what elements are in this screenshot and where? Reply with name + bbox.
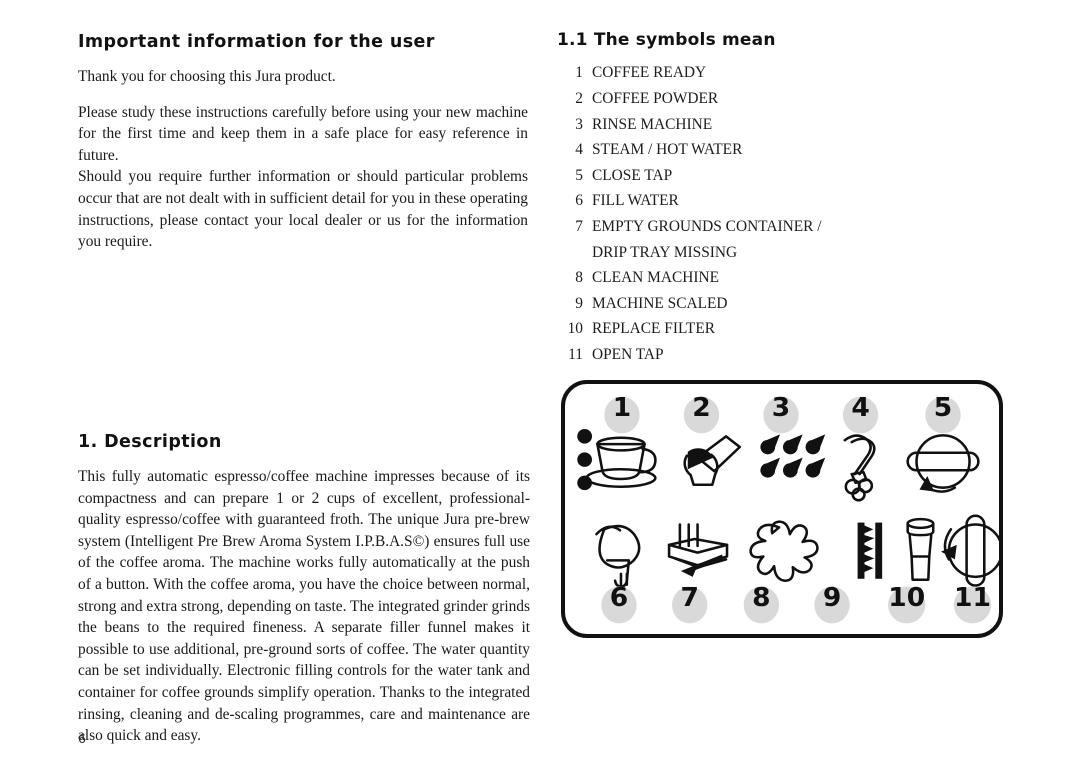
steam-wand-icon — [843, 434, 876, 502]
badge-10-number: 10 — [888, 583, 925, 613]
legend-label: COFFEE POWDER — [592, 89, 719, 107]
legend-label: CLOSE TAP — [592, 166, 673, 184]
badge-9: 9 — [814, 583, 850, 624]
document-page: Important information for the user Thank… — [0, 0, 1080, 760]
badge-5: 5 — [925, 393, 961, 434]
water-jug-icon — [595, 524, 641, 588]
legend-number: 5 — [575, 166, 583, 184]
legend-label: MACHINE SCALED — [592, 294, 728, 312]
description-paragraph: This fully automatic espresso/coffee mac… — [78, 468, 530, 745]
list-item: 2 COFFEE POWDER — [557, 86, 1007, 112]
badge-11-number: 11 — [954, 583, 991, 613]
clean-swirl-icon — [749, 520, 819, 582]
water-droplets-icon — [760, 434, 826, 478]
legend-number: 8 — [575, 269, 583, 287]
badge-10: 10 — [888, 583, 926, 624]
badge-5-number: 5 — [934, 393, 952, 423]
legend-label: COFFEE READY — [592, 64, 707, 82]
list-item: 1 COFFEE READY — [557, 60, 1007, 86]
list-item: 5 CLOSE TAP — [557, 163, 1007, 189]
legend-label-line2: DRIP TRAY MISSING — [592, 243, 738, 261]
badge-8-number: 8 — [752, 583, 770, 613]
list-item: 11 OPEN TAP — [557, 342, 1007, 368]
legend-number: 6 — [575, 192, 583, 210]
legend-label: STEAM / HOT WATER — [592, 141, 743, 159]
badge-4-number: 4 — [851, 393, 869, 423]
legend-number: 7 — [575, 217, 583, 235]
list-item: 10 REPLACE FILTER — [557, 316, 1007, 342]
legend-number: 1 — [575, 64, 583, 82]
coffee-cup-icon — [585, 436, 657, 488]
badge-6-number: 6 — [610, 583, 628, 613]
legend-number: 4 — [575, 141, 583, 159]
limescale-bars-icon — [857, 522, 883, 579]
legend-number: 2 — [575, 89, 583, 107]
legend-label: CLEAN MACHINE — [592, 269, 719, 287]
legend-number: 3 — [575, 115, 583, 133]
page-number: 6 — [78, 731, 86, 746]
left-column: Important information for the user Thank… — [78, 32, 528, 253]
legend-number: 9 — [575, 294, 583, 312]
open-tap-knob-icon — [941, 514, 999, 587]
badge-2: 2 — [683, 393, 720, 434]
legend-number: 11 — [568, 345, 583, 363]
legend-number: 10 — [567, 320, 583, 338]
list-item: 3 RINSE MACHINE — [557, 112, 1007, 138]
badge-8: 8 — [743, 583, 780, 624]
badge-3: 3 — [763, 393, 799, 434]
legend-label: RINSE MACHINE — [592, 115, 713, 133]
badge-3-number: 3 — [772, 393, 790, 423]
badge-9-number: 9 — [823, 583, 841, 613]
symbols-heading: 1.1 The symbols mean — [557, 30, 776, 50]
list-item: 8 CLEAN MACHINE — [557, 265, 1007, 291]
legend-label: REPLACE FILTER — [592, 320, 715, 338]
badge-4: 4 — [842, 393, 879, 434]
badge-7-number: 7 — [680, 583, 698, 613]
coffee-scoop-icon — [683, 435, 742, 487]
page-title: Important information for the user — [78, 32, 435, 52]
symbol-panel-graphic: 1 2 3 4 5 6 7 8 9 10 11 — [577, 393, 999, 624]
list-item: 7 EMPTY GROUNDS CONTAINER / DRIP TRAY MI… — [557, 214, 1007, 265]
badge-11: 11 — [953, 583, 992, 624]
description-heading: 1. Description — [78, 432, 222, 452]
intro-paragraph-1: Thank you for choosing this Jura product… — [78, 68, 336, 85]
legend-label: FILL WATER — [592, 192, 679, 210]
list-item: 9 MACHINE SCALED — [557, 291, 1007, 317]
description-section: 1. Description This fully automatic espr… — [78, 432, 530, 747]
symbol-display-panel: 1 2 3 4 5 6 7 8 9 10 11 — [561, 380, 1003, 638]
legend-label: OPEN TAP — [592, 345, 664, 363]
legend-label: EMPTY GROUNDS CONTAINER / DRIP TRAY MISS… — [592, 214, 1007, 265]
badge-1-number: 1 — [613, 393, 631, 423]
symbol-legend-list: 1 COFFEE READY 2 COFFEE POWDER 3 RINSE M… — [557, 60, 1007, 367]
list-item: 4 STEAM / HOT WATER — [557, 137, 1007, 163]
filter-cartridge-icon — [906, 517, 935, 581]
close-tap-knob-icon — [906, 434, 980, 493]
list-item: 6 FILL WATER — [557, 188, 1007, 214]
badge-6: 6 — [601, 583, 637, 624]
intro-paragraph-3: Should you require further information o… — [78, 168, 528, 251]
badge-7: 7 — [672, 583, 708, 624]
grounds-drawer-icon — [667, 523, 729, 577]
intro-paragraph-2: Please study these instructions carefull… — [78, 103, 528, 164]
badge-2-number: 2 — [692, 393, 710, 423]
badge-1: 1 — [604, 393, 640, 434]
right-column: 1.1 The symbols mean 1 COFFEE READY 2 CO… — [557, 30, 1007, 368]
legend-label-line1: EMPTY GROUNDS CONTAINER / — [592, 217, 822, 235]
